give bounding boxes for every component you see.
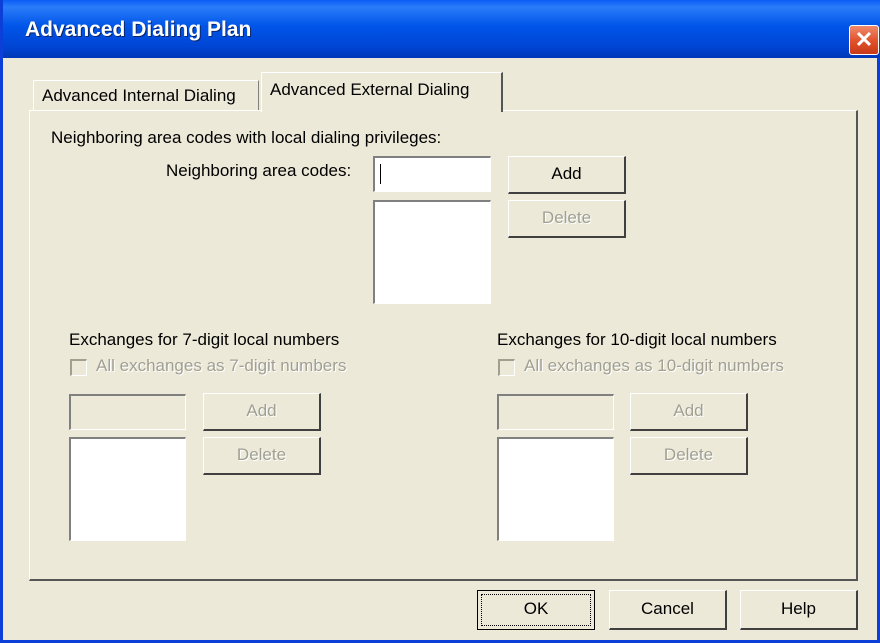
window-title: Advanced Dialing Plan <box>25 18 252 41</box>
exchanges10-checkbox[interactable] <box>498 359 515 376</box>
exchanges7-input[interactable] <box>69 394 186 430</box>
area-code-input[interactable] <box>373 156 491 192</box>
exchanges10-add-button[interactable]: Add <box>630 393 748 431</box>
close-icon[interactable]: ✕ <box>849 25 879 55</box>
exchanges7-list[interactable] <box>69 437 186 541</box>
dialog-window: Advanced Dialing Plan ✕ Advanced Interna… <box>0 0 880 643</box>
title-bar[interactable]: Advanced Dialing Plan ✕ <box>3 0 880 58</box>
neighbors-add-button[interactable]: Add <box>508 156 626 194</box>
exchanges10-checkbox-label: All exchanges as 10-digit numbers <box>524 356 784 375</box>
exchanges7-delete-button[interactable]: Delete <box>203 437 321 475</box>
exchanges7-heading: Exchanges for 7-digit local numbers <box>69 330 340 349</box>
help-button[interactable]: Help <box>740 590 858 630</box>
ok-button[interactable]: OK <box>477 590 595 630</box>
text-caret <box>380 164 381 184</box>
neighbors-list[interactable] <box>373 200 491 304</box>
neighbors-heading: Neighboring area codes with local dialin… <box>51 128 442 147</box>
cancel-button[interactable]: Cancel <box>609 590 727 630</box>
neighbors-field-label: Neighboring area codes: <box>166 161 352 180</box>
exchanges10-input[interactable] <box>497 394 614 430</box>
exchanges7-checkbox[interactable] <box>70 359 87 376</box>
exchanges10-delete-button[interactable]: Delete <box>630 437 748 475</box>
tab-advanced-internal-dialing[interactable]: Advanced Internal Dialing <box>33 80 259 110</box>
exchanges7-add-button[interactable]: Add <box>203 393 321 431</box>
exchanges10-list[interactable] <box>497 437 614 541</box>
tab-label: Advanced External Dialing <box>270 80 470 99</box>
exchanges10-heading: Exchanges for 10-digit local numbers <box>497 330 777 349</box>
tab-label: Advanced Internal Dialing <box>42 86 236 105</box>
exchanges7-checkbox-label: All exchanges as 7-digit numbers <box>96 356 347 375</box>
tab-advanced-external-dialing[interactable]: Advanced External Dialing <box>261 72 503 112</box>
neighbors-delete-button[interactable]: Delete <box>508 200 626 238</box>
